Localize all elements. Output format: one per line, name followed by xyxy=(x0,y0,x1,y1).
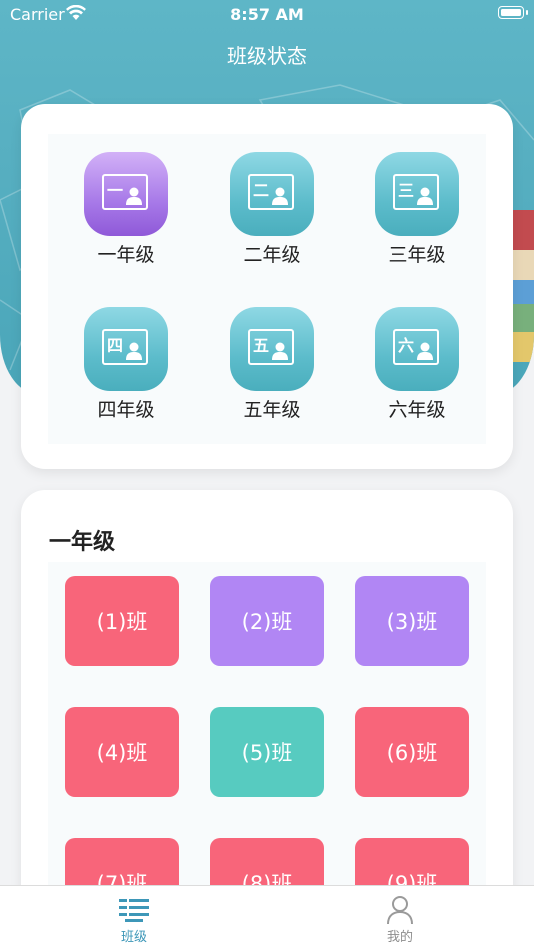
class-list-card: 一年级 (1)班 (2)班 (3)班 (4)班 (5)班 (6)班 (7)班 (8)班 (9)班 xyxy=(21,490,513,910)
teacher-icon xyxy=(272,187,288,205)
selected-grade-title: 一年级 xyxy=(49,530,116,555)
blackboard-icon: 二 xyxy=(248,174,294,210)
status-time: 8:57 AM xyxy=(230,5,304,24)
blackboard-icon: 四 xyxy=(102,329,148,365)
grade-label: 五年级 xyxy=(243,399,301,421)
class-grid: (1)班 (2)班 (3)班 (4)班 (5)班 (6)班 (7)班 (8)班 (9)班 xyxy=(48,562,486,892)
blackboard-icon: 一 xyxy=(102,174,148,210)
grade-label: 一年级 xyxy=(97,244,155,266)
classroom-icon: 三 xyxy=(375,152,459,236)
classroom-icon: 二 xyxy=(230,152,314,236)
blackboard-icon: 六 xyxy=(393,329,439,365)
classroom-icon: 六 xyxy=(375,307,459,391)
grade-item[interactable]: 三三年级 xyxy=(357,152,477,272)
grade-item[interactable]: 一一年级 xyxy=(66,152,186,272)
grade-numeral: 五 xyxy=(253,336,270,355)
teacher-icon xyxy=(272,342,288,360)
class-button[interactable]: (2)班 xyxy=(210,576,324,666)
tab-bar: 班级 我的 xyxy=(0,885,534,951)
grade-label: 三年级 xyxy=(388,244,446,266)
classroom-icon: 四 xyxy=(84,307,168,391)
teacher-icon xyxy=(417,187,433,205)
grade-item[interactable]: 二二年级 xyxy=(212,152,332,272)
class-button[interactable]: (9)班 xyxy=(355,838,469,892)
grade-selector-card: 一一年级二二年级三三年级四四年级五五年级六六年级 xyxy=(21,104,513,469)
person-icon xyxy=(350,894,450,926)
grade-numeral: 三 xyxy=(398,181,415,200)
grade-numeral: 四 xyxy=(107,336,124,355)
teacher-icon xyxy=(417,342,433,360)
grade-item[interactable]: 五五年级 xyxy=(212,307,332,427)
class-button[interactable]: (1)班 xyxy=(65,576,179,666)
tab-class-label: 班级 xyxy=(120,930,147,945)
class-button[interactable]: (3)班 xyxy=(355,576,469,666)
class-list-icon xyxy=(84,894,184,926)
teacher-icon xyxy=(126,187,142,205)
grade-label: 四年级 xyxy=(97,399,155,421)
class-button[interactable]: (6)班 xyxy=(355,707,469,797)
grade-label: 六年级 xyxy=(388,399,446,421)
blackboard-icon: 五 xyxy=(248,329,294,365)
classroom-icon: 一 xyxy=(84,152,168,236)
tab-mine-label: 我的 xyxy=(386,930,413,945)
grade-numeral: 二 xyxy=(253,181,270,200)
tab-mine[interactable]: 我的 xyxy=(350,894,450,945)
class-button[interactable]: (5)班 xyxy=(210,707,324,797)
class-button[interactable]: (7)班 xyxy=(65,838,179,892)
teacher-icon xyxy=(126,342,142,360)
page-title: 班级状态 xyxy=(227,44,307,68)
grade-numeral: 一 xyxy=(107,181,124,200)
grade-label: 二年级 xyxy=(243,244,301,266)
grade-item[interactable]: 四四年级 xyxy=(66,307,186,427)
class-button[interactable]: (4)班 xyxy=(65,707,179,797)
class-button[interactable]: (8)班 xyxy=(210,838,324,892)
grade-numeral: 六 xyxy=(398,336,415,355)
status-bar: Carrier 8:57 AM xyxy=(0,0,534,28)
tab-class[interactable]: 班级 xyxy=(84,894,184,945)
grade-item[interactable]: 六六年级 xyxy=(357,307,477,427)
blackboard-icon: 三 xyxy=(393,174,439,210)
grade-grid: 一一年级二二年级三三年级四四年级五五年级六六年级 xyxy=(48,134,486,444)
classroom-icon: 五 xyxy=(230,307,314,391)
battery-icon xyxy=(498,6,524,19)
